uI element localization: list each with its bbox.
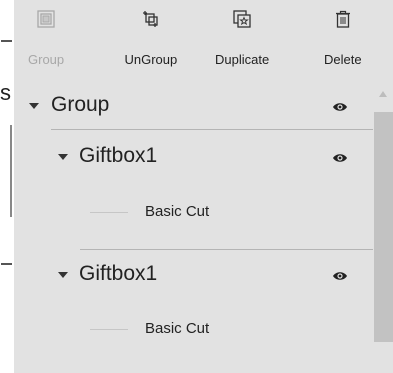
chevron-down-icon[interactable] [29,103,39,109]
delete-icon [336,10,350,28]
delete-button-label: Delete [324,52,362,67]
group-button-label: Group [28,52,65,67]
eye-icon[interactable] [332,152,348,164]
layer-row-child[interactable]: Giftbox1 [14,258,369,288]
edge-dash-bottom [1,263,12,265]
layer-label: Group [51,93,110,116]
chevron-down-icon[interactable] [58,272,68,278]
layers-panel: Group UnGroup Duplicate Delete Group Gif… [14,0,393,373]
cut-row[interactable]: Basic Cut [14,198,369,224]
cut-row[interactable]: Basic Cut [14,316,369,342]
eye-icon[interactable] [332,270,348,282]
scroll-thumb[interactable] [374,112,393,342]
group-button[interactable]: Group [20,0,72,82]
delete-button[interactable]: Delete [310,0,376,82]
ungroup-icon [143,11,158,27]
cut-line-indicator [90,212,128,213]
layer-row-group[interactable]: Group [14,90,369,120]
scroll-up-arrow-icon[interactable] [379,91,387,97]
child-divider [80,249,373,250]
ungroup-button[interactable]: UnGroup [116,0,186,82]
chevron-down-icon[interactable] [58,154,68,160]
cut-label: Basic Cut [145,203,210,220]
edge-bar-vertical [10,125,12,217]
ungroup-button-label: UnGroup [124,52,178,67]
layer-row-child[interactable]: Giftbox1 [14,140,369,170]
cut-line-indicator [90,329,128,330]
layer-label: Giftbox1 [79,262,158,285]
edge-dash-top [1,40,12,42]
group-divider [51,129,373,130]
edge-letter: s [0,80,11,105]
group-icon [37,10,55,28]
eye-icon[interactable] [332,101,348,113]
duplicate-button-label: Duplicate [215,52,270,67]
vertical-scrollbar[interactable] [374,82,393,373]
layer-toolbar: Group UnGroup Duplicate Delete [14,0,393,82]
duplicate-icon [233,10,251,28]
duplicate-button[interactable]: Duplicate [202,0,282,82]
layer-label: Giftbox1 [79,144,158,167]
layer-tree: Group Giftbox1 Basic Cut Giftbox1 Basic … [14,82,373,373]
cut-label: Basic Cut [145,320,210,337]
